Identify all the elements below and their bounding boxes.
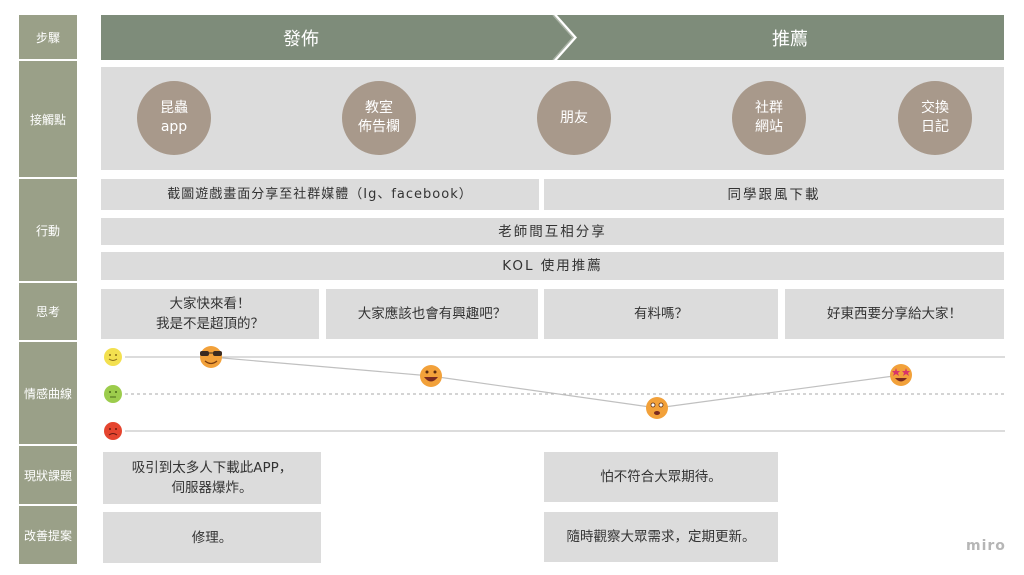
action-kol: KOL 使用推薦 (101, 252, 1004, 280)
positive-face-icon (104, 348, 122, 366)
neutral-face-icon (104, 385, 122, 403)
sunglasses-face-icon (200, 346, 222, 368)
touchpoint-classroom-board: 教室 佈告欄 (342, 81, 416, 155)
proposal-update: 隨時觀察大眾需求，定期更新。 (544, 512, 778, 562)
row-label-steps: 步驟 (19, 15, 77, 59)
row-label-actions: 行動 (19, 179, 77, 281)
star-struck-face-icon (890, 364, 912, 386)
emotion-curve (210, 356, 902, 409)
action-follow-download: 同學跟風下載 (544, 179, 1004, 210)
phase-publish-label: 發佈 (283, 28, 319, 50)
touchpoint-social-sites: 社群 網站 (732, 81, 806, 155)
phase-recommend-label: 推薦 (772, 28, 808, 50)
touchpoint-friends: 朋友 (537, 81, 611, 155)
problem-expectation: 怕不符合大眾期待。 (544, 452, 778, 502)
miro-watermark: miro (966, 538, 1006, 554)
row-label-proposals: 改善提案 (19, 506, 77, 564)
negative-face-icon (104, 422, 122, 440)
proposal-repair: 修理。 (103, 512, 321, 563)
thought-4: 好東西要分享給大家！ (785, 289, 1004, 339)
touchpoint-exchange-diary: 交換 日記 (898, 81, 972, 155)
row-label-problems: 現狀課題 (19, 446, 77, 504)
problem-server: 吸引到太多人下載此APP， 伺服器爆炸。 (103, 452, 321, 504)
row-label-thinking: 思考 (19, 283, 77, 340)
action-teacher-share: 老師間互相分享 (101, 218, 1004, 245)
thought-1: 大家快來看！ 我是不是超頂的？ (101, 289, 319, 339)
emotion-chart (104, 346, 1005, 440)
action-share-screenshot: 截圖遊戲畫面分享至社群媒體（Ig、facebook） (101, 179, 539, 210)
thought-3: 有料嗎？ (544, 289, 778, 339)
touchpoint-insect-app: 昆蟲 app (137, 81, 211, 155)
row-label-emotion: 情感曲線 (19, 342, 77, 444)
worried-face-icon (646, 397, 668, 419)
grinning-face-icon (420, 365, 442, 387)
row-label-touchpoints: 接觸點 (19, 61, 77, 177)
thought-2: 大家應該也會有興趣吧？ (326, 289, 538, 339)
